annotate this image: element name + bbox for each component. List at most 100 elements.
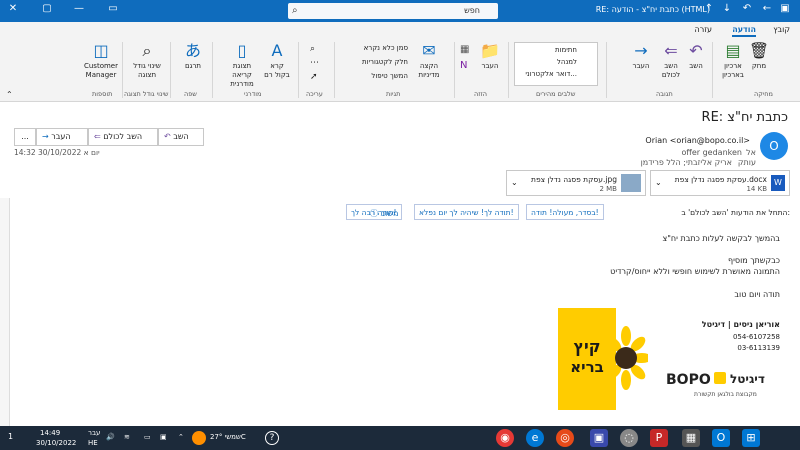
translate-button[interactable]: あ תרגם xyxy=(180,42,206,71)
move-icon: 📁 xyxy=(480,41,500,60)
assign-policy-button[interactable]: ✉ הקצה מדיניות xyxy=(412,42,446,80)
reply-prompt: התחל את הודעות 'השב לכולם' ב: xyxy=(681,208,790,217)
sender[interactable]: Orian <orian@bopo.co.il> xyxy=(645,136,750,145)
group-separator xyxy=(212,42,213,98)
save-icon[interactable]: ▣ xyxy=(778,3,792,17)
close-icon[interactable]: ✕ xyxy=(6,3,20,17)
svg-text:קיץ: קיץ xyxy=(573,337,600,356)
minimize-icon[interactable]: — xyxy=(72,3,86,17)
feedback-link[interactable]: ⓘ משוב xyxy=(370,208,398,219)
archive-button[interactable]: ▤ ארכיון בארכיון xyxy=(716,42,750,80)
weather-text[interactable]: שמשי 27°C xyxy=(210,433,246,441)
search-input[interactable]: ⌕ חפש xyxy=(288,3,498,19)
read-aloud-button[interactable]: A קרא בקול רם xyxy=(262,42,292,80)
clock-date[interactable]: 30/10/2022 xyxy=(36,439,76,447)
mark-unread-button[interactable]: סמן כלא נקרא xyxy=(364,44,408,52)
immersive-reader-label: תצוגת קריאה מודרנית xyxy=(230,62,254,88)
ribbon-display-icon[interactable]: ▭ xyxy=(106,3,120,17)
attachment-jpg[interactable]: עסקת פסגה נדלן צפת.jpg 2 MB ⌄ xyxy=(506,170,646,196)
reply-icon: ↶ xyxy=(164,132,171,141)
move-button[interactable]: 📁 העבר xyxy=(476,42,504,71)
app-icon[interactable]: ◎ xyxy=(556,429,574,447)
attachment-size: 14 KB xyxy=(746,185,767,193)
categorize-button[interactable]: חלק לקטגוריות xyxy=(362,58,408,66)
immersive-reader-button[interactable]: ▯ תצוגת קריאה מודרנית xyxy=(222,42,262,89)
app-icon[interactable]: ▣ xyxy=(590,429,608,447)
up-arrow-icon[interactable]: ↑ xyxy=(702,3,716,17)
image-thumbnail-icon xyxy=(621,174,641,192)
network-icon[interactable]: ≋ xyxy=(124,433,130,441)
body-line-3: התמונה מאושרת לשימוש חופשי וללא ייחוס/קר… xyxy=(610,267,780,276)
forward-button[interactable]: → העבר xyxy=(36,128,88,146)
cc-recipients[interactable]: אריק אליזבתי; הלל פרידמן xyxy=(641,158,732,167)
followup-button[interactable]: המשך טיפול xyxy=(371,72,408,80)
body-line-2: כבקשתך מוסיף xyxy=(727,256,780,265)
forward-ribbon-button[interactable]: → העבר xyxy=(628,42,654,71)
tab-file[interactable]: קובץ xyxy=(773,25,790,34)
rules-icon[interactable]: ▦ xyxy=(460,44,469,55)
group-label-immersive: מודרני xyxy=(244,90,262,98)
reply-ribbon-button[interactable]: ↶ השב xyxy=(684,42,708,71)
chevron-down-icon[interactable]: ⌄ xyxy=(655,178,662,187)
brand-logo: BOPO דיגיטל מקבוצת בולגאן תקשורת xyxy=(664,366,768,406)
powerpoint-icon[interactable]: P xyxy=(650,429,668,447)
clock-time[interactable]: 14:49 xyxy=(40,429,60,437)
notifications-badge[interactable]: 1 xyxy=(8,432,13,441)
collapse-ribbon-icon[interactable]: ⌃ xyxy=(6,90,13,99)
avatar[interactable]: O xyxy=(760,132,788,160)
down-arrow-icon[interactable]: ↓ xyxy=(720,3,734,17)
reply-button[interactable]: ↶ השב xyxy=(158,128,204,146)
quick-steps-gallery[interactable]: חתימות למנהל דואר אלקטרוני... xyxy=(514,42,598,86)
delete-label: מחק xyxy=(751,62,767,70)
customer-manager-button[interactable]: ◫ Customer Manager xyxy=(82,42,120,80)
ribbon-tabs: קובץ הודעה עזרה xyxy=(0,22,800,38)
related-icon[interactable]: ⋯ xyxy=(310,58,319,68)
tab-help[interactable]: עזרה xyxy=(694,25,712,34)
quick-step-manager[interactable]: למנהל xyxy=(557,58,577,66)
onenote-icon[interactable]: N xyxy=(460,60,467,71)
battery-icon[interactable]: ▭ xyxy=(144,433,151,441)
chevron-down-icon[interactable]: ⌄ xyxy=(511,178,518,187)
group-label-zoom: שינוי גודל תצוגה xyxy=(124,90,169,98)
undo-icon[interactable]: ↶ xyxy=(740,3,754,17)
reply-all-button[interactable]: ⇐ השב לכולם xyxy=(88,128,158,146)
group-separator xyxy=(454,42,455,98)
group-label-addin: תוספות xyxy=(92,90,113,98)
scrollbar[interactable] xyxy=(0,198,10,426)
more-actions-button[interactable]: ... xyxy=(14,128,36,146)
delete-button[interactable]: 🗑 מחק xyxy=(748,42,770,71)
attachment-docx[interactable]: W עסקת פסגה נדלן צפת.docx 14 KB ⌄ xyxy=(650,170,790,196)
tray-icon[interactable]: ▣ xyxy=(160,433,167,441)
group-label-tags: תגיות xyxy=(386,90,401,98)
group-label-editing: עריכה xyxy=(306,90,323,98)
help-icon[interactable]: ? xyxy=(265,431,279,445)
app-icon[interactable]: ◌ xyxy=(620,429,638,447)
edge-icon[interactable]: e xyxy=(526,429,544,447)
find-icon[interactable]: ⌕ xyxy=(310,44,315,54)
title-bar: ✕ ▢ — ▭ ⌕ חפש RE: כתבת יח"צ - הודעה (HTM… xyxy=(0,0,800,22)
calculator-icon[interactable]: ▦ xyxy=(682,429,700,447)
ribbon: 🗑 מחק ▤ ארכיון בארכיון מחיקה ↶ השב ⇐ השב… xyxy=(0,38,800,102)
reply-all-ribbon-button[interactable]: ⇐ השב לכולם xyxy=(656,42,686,80)
chrome-icon[interactable]: ◉ xyxy=(496,429,514,447)
quick-reply-2[interactable]: תודה לך! שיהיה לך יום נפלא! xyxy=(414,204,519,220)
back-arrow-icon[interactable]: ← xyxy=(760,3,774,17)
outlook-icon[interactable]: O xyxy=(712,429,730,447)
language-indicator[interactable]: עבר xyxy=(88,429,100,437)
quick-step-email[interactable]: דואר אלקטרוני... xyxy=(525,70,577,78)
weather-icon[interactable] xyxy=(192,431,206,445)
group-label-move: הזזה xyxy=(474,90,487,98)
volume-icon[interactable]: 🔊 xyxy=(106,433,115,441)
tab-message[interactable]: הודעה xyxy=(732,25,756,37)
quick-reply-1[interactable]: בסדר, מעולה! תודה! xyxy=(526,204,604,220)
window-title: RE: כתבת יח"צ - הודעה (HTML) xyxy=(595,5,710,14)
to-recipients[interactable]: offer gedanken xyxy=(681,148,742,157)
quick-step-signatures[interactable]: חתימות xyxy=(555,46,577,54)
windows-start-icon[interactable]: ⊞ xyxy=(742,429,760,447)
keyboard-indicator[interactable]: HE xyxy=(88,439,98,447)
select-icon[interactable]: ➚ xyxy=(310,72,318,82)
forward-icon: → xyxy=(42,132,49,141)
chevron-up-icon[interactable]: ⌃ xyxy=(178,433,184,441)
maximize-icon[interactable]: ▢ xyxy=(40,3,54,17)
zoom-button[interactable]: ⌕ שינוי גודל תצוגה xyxy=(126,42,168,80)
